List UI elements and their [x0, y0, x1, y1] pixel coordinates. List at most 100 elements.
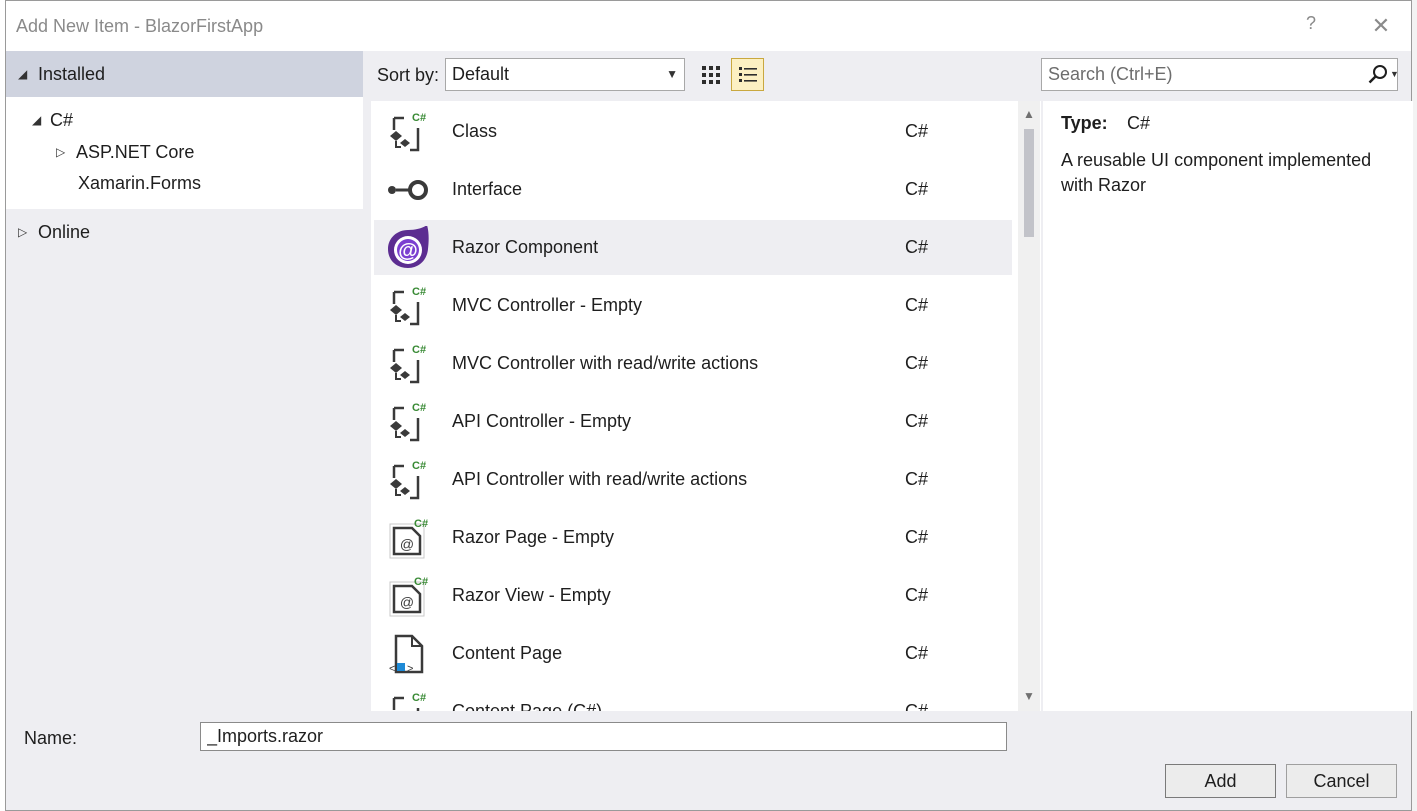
template-name: Content Page (C#) — [452, 701, 603, 711]
svg-text:C#: C# — [412, 286, 426, 298]
title-bar: Add New Item - BlazorFirstApp ? ✕ — [6, 1, 1411, 51]
scroll-up-arrow-icon[interactable]: ▲ — [1023, 107, 1035, 121]
sort-by-value: Default — [452, 64, 510, 84]
template-name: API Controller with read/write actions — [452, 469, 748, 489]
svg-text:<: < — [389, 663, 395, 675]
type-label: Type: — [1061, 113, 1108, 133]
csharp-class-icon: C# — [386, 690, 430, 711]
search-options-dropdown[interactable]: ▼ — [1390, 59, 1399, 90]
tree-item-label: Xamarin.Forms — [78, 172, 202, 193]
expanded-triangle-icon[interactable]: ◢ — [32, 113, 48, 127]
tree-item-xamarin-forms[interactable]: Xamarin.Forms — [78, 170, 201, 196]
template-name: Razor View - Empty — [452, 585, 611, 605]
svg-text:@: @ — [398, 240, 418, 262]
sort-by-label: Sort by: — [377, 65, 440, 85]
template-name: Razor Page - Empty — [452, 527, 615, 547]
template-row[interactable]: C# API Controller - Empty C# — [374, 394, 1012, 449]
svg-text:C#: C# — [414, 576, 428, 588]
collapsed-triangle-icon[interactable]: ▷ — [18, 225, 34, 239]
template-row[interactable]: C# API Controller with read/write actions… — [374, 452, 1012, 507]
template-language: C# — [905, 527, 929, 547]
template-row[interactable]: < > Content Page C# — [374, 626, 1012, 681]
template-language: C# — [905, 121, 929, 141]
close-button[interactable]: ✕ — [1366, 13, 1396, 41]
search-input[interactable] — [1042, 59, 1364, 90]
type-value: C# — [1127, 113, 1151, 133]
template-row[interactable]: @ C# Razor Page - Empty C# — [374, 510, 1012, 565]
template-row[interactable]: @ Razor Component C# — [374, 220, 1012, 275]
template-language: C# — [905, 237, 929, 257]
list-view-button[interactable] — [731, 58, 764, 91]
tree-item-aspnet-core[interactable]: ▷ ASP.NET Core — [56, 139, 194, 165]
tree-item-online[interactable]: ▷ Online — [18, 219, 90, 245]
template-row[interactable]: Interface C# — [374, 162, 1012, 217]
name-label: Name: — [24, 728, 78, 748]
tree-item-label: ASP.NET Core — [76, 141, 195, 162]
csharp-class-icon: C# — [386, 284, 430, 328]
svg-text:>: > — [407, 663, 413, 675]
add-button[interactable]: Add — [1165, 764, 1276, 798]
template-language: C# — [905, 469, 929, 489]
grid-view-icon — [701, 65, 720, 84]
template-language: C# — [905, 701, 929, 711]
dropdown-arrow-icon: ▼ — [666, 67, 678, 81]
tree-item-installed[interactable]: ◢ Installed — [6, 51, 363, 97]
search-icon[interactable] — [1368, 64, 1388, 84]
csharp-class-icon: C# — [386, 400, 430, 444]
svg-text:C#: C# — [412, 402, 426, 414]
svg-text:@: @ — [400, 594, 414, 610]
scroll-down-arrow-icon[interactable]: ▼ — [1023, 689, 1035, 703]
expanded-triangle-icon[interactable]: ◢ — [18, 67, 34, 81]
template-language: C# — [905, 585, 929, 605]
scroll-thumb[interactable] — [1024, 129, 1034, 237]
template-name: Interface — [452, 179, 523, 199]
razor-page-icon: @ C# — [386, 516, 430, 560]
template-row[interactable]: C# MVC Controller - Empty C# — [374, 278, 1012, 333]
content-page-icon: < > — [386, 632, 430, 676]
template-description: A reusable UI component implemented with… — [1061, 150, 1372, 195]
template-name: MVC Controller - Empty — [452, 295, 643, 315]
template-name: API Controller - Empty — [452, 411, 632, 431]
tree-item-label: Installed — [38, 63, 106, 84]
search-box: ▼ — [1041, 58, 1399, 91]
add-new-item-dialog: Add New Item - BlazorFirstApp ? ✕ ◢ Inst… — [5, 0, 1413, 811]
sort-by-dropdown[interactable]: Default ▼ — [445, 58, 685, 91]
template-name: MVC Controller with read/write actions — [452, 353, 759, 373]
list-view-icon — [738, 66, 757, 82]
cancel-button[interactable]: Cancel — [1286, 764, 1397, 798]
template-row[interactable]: C# Content Page (C#) C# — [374, 684, 1012, 711]
interface-icon — [386, 168, 430, 212]
small-icons-view-button[interactable] — [694, 58, 727, 91]
svg-text:@: @ — [400, 536, 414, 552]
template-name: Content Page — [452, 643, 563, 663]
template-language: C# — [905, 295, 929, 315]
csharp-class-icon: C# — [386, 110, 430, 154]
template-list-scrollbar[interactable]: ▲ ▼ — [1018, 101, 1040, 711]
name-input[interactable] — [200, 722, 1007, 751]
template-name: Class — [452, 121, 498, 141]
csharp-class-icon: C# — [386, 458, 430, 502]
template-language: C# — [905, 643, 929, 663]
razor-page-icon: @ C# — [386, 574, 430, 618]
svg-text:C#: C# — [412, 692, 426, 704]
template-name: Razor Component — [452, 237, 599, 257]
collapsed-triangle-icon[interactable]: ▷ — [56, 145, 72, 159]
template-language: C# — [905, 411, 929, 431]
installed-children: ◢ C# ▷ ASP.NET Core Xamarin.Forms — [6, 97, 363, 209]
dialog-title: Add New Item - BlazorFirstApp — [16, 16, 264, 36]
tree-item-label: Online — [38, 221, 91, 242]
template-row[interactable]: C# MVC Controller with read/write actions… — [374, 336, 1012, 391]
template-row[interactable]: C# Class C# — [374, 104, 1012, 159]
svg-text:C#: C# — [412, 344, 426, 356]
svg-text:C#: C# — [412, 112, 426, 124]
template-details-pane: Type: C# A reusable UI component impleme… — [1043, 101, 1413, 711]
help-button[interactable]: ? — [1296, 13, 1326, 41]
razor-component-icon: @ — [386, 225, 430, 270]
template-category-tree: ◢ Installed ◢ C# ▷ ASP.NET Core Xamarin.… — [6, 51, 363, 711]
svg-text:C#: C# — [412, 460, 426, 472]
template-language: C# — [905, 179, 929, 199]
tree-item-label: C# — [50, 109, 74, 130]
template-row[interactable]: @ C# Razor View - Empty C# — [374, 568, 1012, 623]
template-language: C# — [905, 353, 929, 373]
tree-item-csharp[interactable]: ◢ C# — [32, 107, 73, 133]
